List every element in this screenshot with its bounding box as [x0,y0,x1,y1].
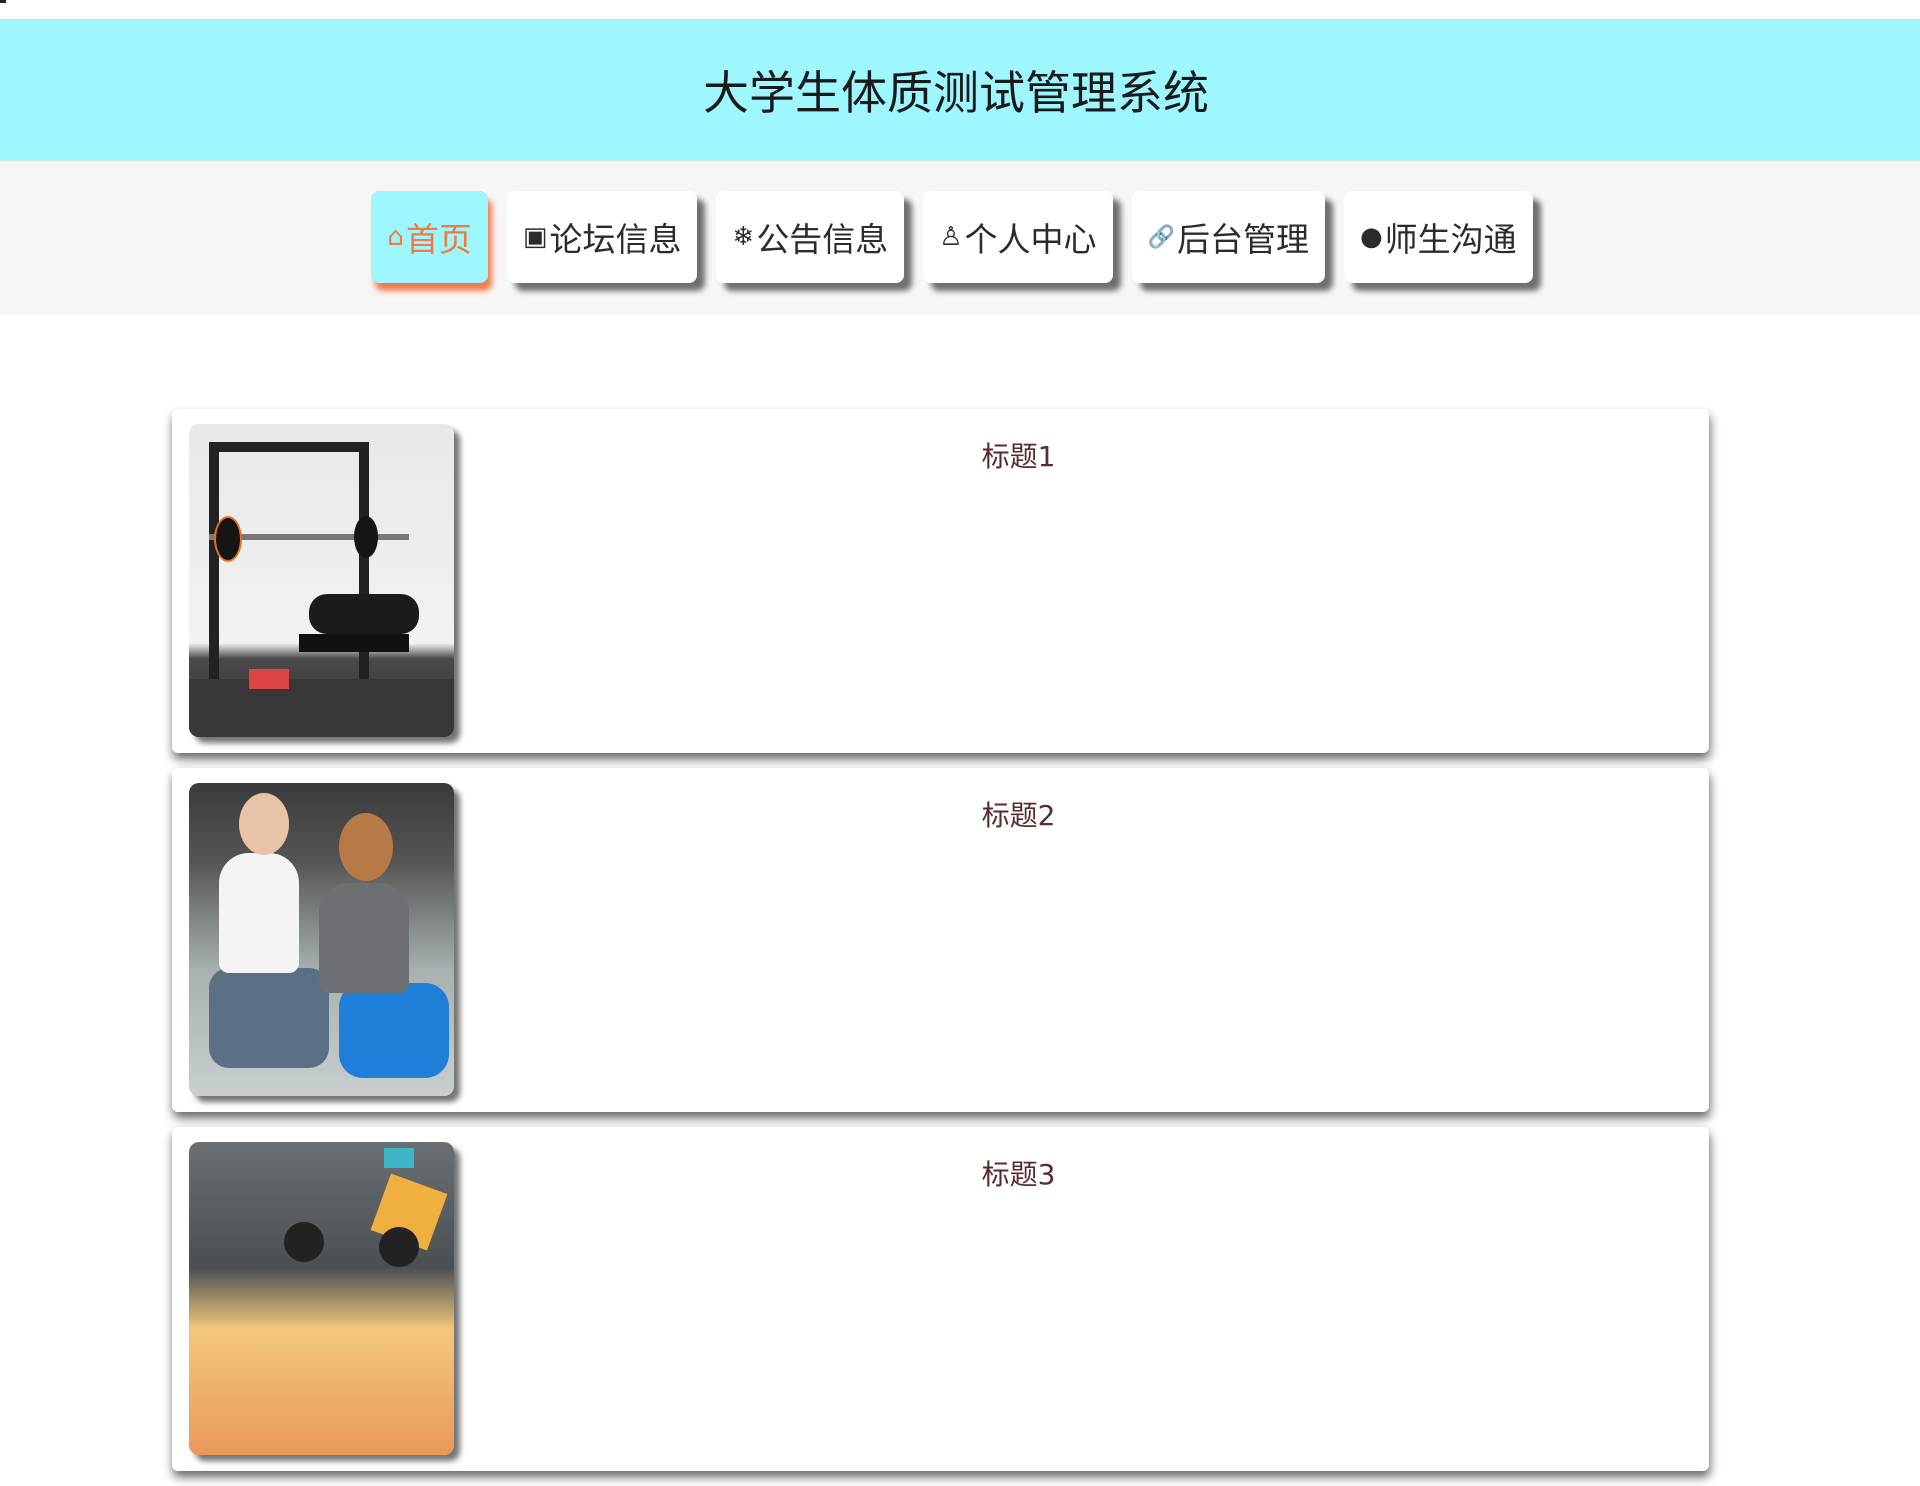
corner-mark [0,0,6,3]
site-title: 大学生体质测试管理系统 [703,65,1209,120]
nav-item-profile[interactable]: ♙ 个人中心 [923,191,1113,283]
nav-item-chat[interactable]: ● 师生沟通 [1343,191,1533,283]
wechat-icon: ● [1359,222,1383,252]
list-item-title[interactable]: 标题1 [172,435,1709,475]
nav-item-home[interactable]: ⌂ 首页 [371,191,488,283]
home-icon: ⌂ [387,222,404,252]
nav-item-label: 师生沟通 [1384,220,1517,259]
main-nav: ⌂ 首页 ▣ 论坛信息 ❄ 公告信息 ♙ 个人中心 🔗 后台管理 ● 师生沟通 [0,161,1920,315]
list-item[interactable]: 标题1 [172,409,1709,753]
nav-item-notice[interactable]: ❄ 公告信息 [716,191,905,283]
content-list: 标题1 标题2 标题3 [172,409,1709,1486]
nav-item-admin[interactable]: 🔗 后台管理 [1131,191,1325,283]
nav-item-label: 论坛信息 [549,220,682,259]
list-item-title[interactable]: 标题3 [172,1153,1709,1193]
nav-item-label: 后台管理 [1176,220,1309,259]
grid-icon: ▣ [522,222,548,252]
site-header: 大学生体质测试管理系统 [0,19,1920,161]
nav-item-forum[interactable]: ▣ 论坛信息 [506,191,698,283]
list-item-title[interactable]: 标题2 [172,794,1709,834]
nav-item-label: 个人中心 [964,220,1097,259]
link-icon: 🔗 [1147,224,1175,250]
nav-item-label: 首页 [405,220,472,259]
list-item[interactable]: 标题3 [172,1127,1709,1471]
user-icon: ♙ [939,222,963,252]
nav-item-label: 公告信息 [756,220,889,259]
snowflake-icon: ❄ [732,222,755,252]
list-item[interactable]: 标题2 [172,768,1709,1112]
